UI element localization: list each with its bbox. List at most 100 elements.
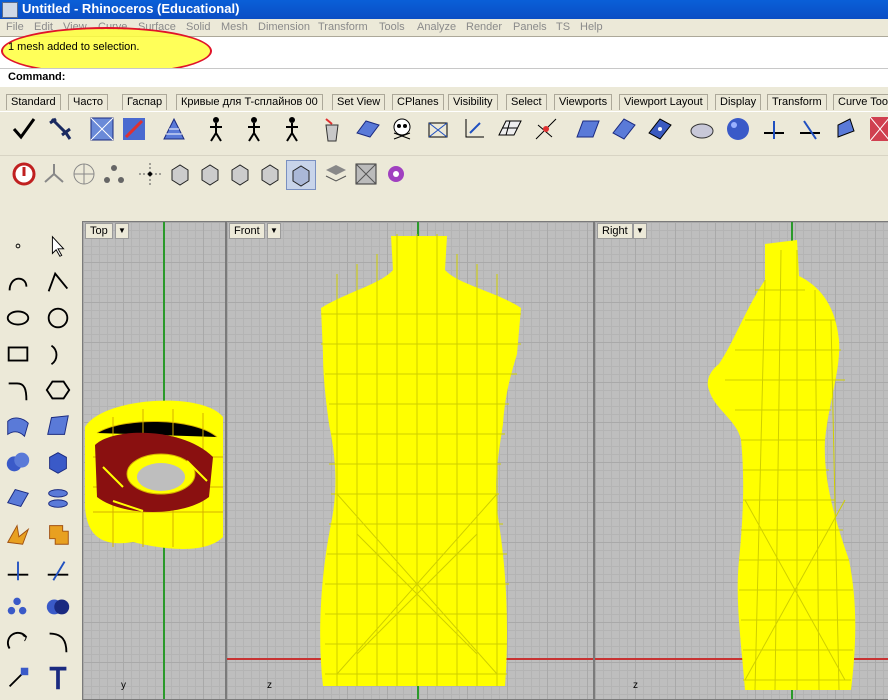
tab-visibility[interactable]: Visibility — [448, 94, 498, 110]
mesh-cylinder-icon[interactable] — [44, 484, 74, 514]
points-cloud-icon[interactable] — [4, 592, 34, 622]
menu-mesh[interactable]: Mesh — [221, 21, 248, 33]
menu-tools[interactable]: Tools — [379, 21, 405, 33]
tripod-icon[interactable] — [40, 160, 68, 188]
mannequin-side-wireframe[interactable] — [705, 240, 865, 695]
viewport-title-top[interactable]: Top — [85, 223, 113, 239]
tab-gaspar[interactable]: Гаспар — [122, 94, 168, 110]
curve-arc-icon[interactable] — [4, 268, 34, 298]
man-select-icon[interactable] — [202, 115, 230, 143]
snap-point-icon[interactable] — [532, 115, 560, 143]
tab-viewports[interactable]: Viewports — [554, 94, 613, 110]
render-blob-icon[interactable] — [688, 115, 716, 143]
viewport-right[interactable]: Right ▼ z — [594, 221, 888, 700]
command-line[interactable]: Command: — [0, 68, 888, 87]
box-solid-icon[interactable] — [44, 448, 74, 478]
wrench-icon[interactable] — [46, 115, 74, 143]
menu-help[interactable]: Help — [580, 21, 603, 33]
solid-union-icon[interactable] — [4, 448, 34, 478]
cube-4-icon[interactable] — [256, 160, 284, 188]
text-icon[interactable] — [44, 664, 74, 694]
sphere-icon[interactable] — [724, 115, 752, 143]
tab-select[interactable]: Select — [506, 94, 547, 110]
tab-standard[interactable]: Standard — [6, 94, 61, 110]
tab-display[interactable]: Display — [715, 94, 762, 110]
move-points-icon[interactable] — [136, 160, 164, 188]
cube-2-icon[interactable] — [196, 160, 224, 188]
ellipse-icon[interactable] — [4, 304, 34, 334]
axes-icon[interactable] — [460, 115, 488, 143]
man-select-3-icon[interactable] — [278, 115, 306, 143]
viewport-title-front[interactable]: Front — [229, 223, 265, 239]
power-icon[interactable] — [10, 160, 38, 188]
surface-curve-icon[interactable] — [4, 412, 34, 442]
mesh-top-wireframe[interactable] — [83, 397, 225, 557]
circle-icon[interactable] — [44, 304, 74, 334]
menu-render[interactable]: Render — [466, 21, 502, 33]
mannequin-front-wireframe[interactable] — [317, 234, 523, 689]
cube-3-icon[interactable] — [226, 160, 254, 188]
extrude-icon[interactable] — [832, 115, 860, 143]
polyline-icon[interactable] — [44, 268, 74, 298]
paint-bucket-icon[interactable] — [318, 115, 346, 143]
mesh-grid-icon[interactable] — [160, 115, 188, 143]
nodes-icon[interactable] — [100, 160, 128, 188]
menu-file[interactable]: File — [6, 21, 24, 33]
menu-transform[interactable]: Transform — [318, 21, 368, 33]
tab-chasto[interactable]: Часто — [68, 94, 108, 110]
bend-icon[interactable] — [44, 628, 74, 658]
chevron-down-icon[interactable]: ▼ — [267, 223, 281, 239]
surface-grid-icon[interactable] — [574, 115, 602, 143]
angle-icon[interactable] — [44, 556, 74, 586]
viewport-top[interactable]: Top ▼ y — [82, 221, 226, 700]
menu-ts[interactable]: TS — [556, 21, 570, 33]
fold-icon[interactable] — [4, 520, 34, 550]
mesh-box-icon[interactable] — [88, 115, 116, 143]
viewport-front[interactable]: Front ▼ z — [226, 221, 594, 700]
rectangle-icon[interactable] — [4, 340, 34, 370]
man-select-2-icon[interactable] — [240, 115, 268, 143]
tab-viewport-layout[interactable]: Viewport Layout — [619, 94, 708, 110]
viewport-title-right[interactable]: Right — [597, 223, 633, 239]
menu-dimension[interactable]: Dimension — [258, 21, 310, 33]
puzzle-icon[interactable] — [44, 520, 74, 550]
gear-icon[interactable] — [382, 160, 410, 188]
tab-cplanes[interactable]: CPlanes — [392, 94, 444, 110]
point-icon[interactable] — [4, 232, 34, 262]
tab-transform[interactable]: Transform — [767, 94, 827, 110]
surface-pick-icon[interactable] — [120, 115, 148, 143]
surface-tilt-icon[interactable] — [610, 115, 638, 143]
tab-curve-tools[interactable]: Curve Tools — [833, 94, 888, 110]
boolean-icon[interactable] — [44, 592, 74, 622]
trim-icon[interactable] — [760, 115, 788, 143]
cube-icon[interactable] — [166, 160, 194, 188]
split-icon[interactable] — [796, 115, 824, 143]
bounding-box-icon[interactable] — [352, 160, 380, 188]
surface-patch-icon[interactable] — [44, 412, 74, 442]
cube-active-icon[interactable] — [286, 160, 316, 190]
move-icon[interactable] — [4, 664, 34, 694]
rotate-icon[interactable] — [4, 628, 34, 658]
red-cross-icon[interactable] — [866, 115, 888, 143]
grid-plane-icon[interactable] — [496, 115, 524, 143]
mesh-plane-icon[interactable] — [4, 484, 34, 514]
arc-icon[interactable] — [44, 340, 74, 370]
tab-set-view[interactable]: Set View — [332, 94, 386, 110]
dimension-icon[interactable] — [4, 556, 34, 586]
surface-flat-icon[interactable] — [354, 115, 382, 143]
check-icon[interactable] — [10, 115, 38, 143]
chevron-down-icon[interactable]: ▼ — [115, 223, 129, 239]
surface-points-icon[interactable] — [646, 115, 674, 143]
layer-stack-icon[interactable] — [322, 160, 350, 188]
scale-box-icon[interactable] — [424, 115, 452, 143]
polygon-icon[interactable] — [44, 376, 74, 406]
skull-icon[interactable] — [388, 115, 416, 143]
rhino-app-icon[interactable] — [2, 2, 18, 18]
menu-solid[interactable]: Solid — [186, 21, 210, 33]
fillet-icon[interactable] — [4, 376, 34, 406]
tab-tsplines[interactable]: Кривые для T-сплайнов 00 — [176, 94, 323, 110]
menu-analyze[interactable]: Analyze — [417, 21, 456, 33]
chevron-down-icon[interactable]: ▼ — [633, 223, 647, 239]
globe-icon[interactable] — [70, 160, 98, 188]
menu-panels[interactable]: Panels — [513, 21, 547, 33]
